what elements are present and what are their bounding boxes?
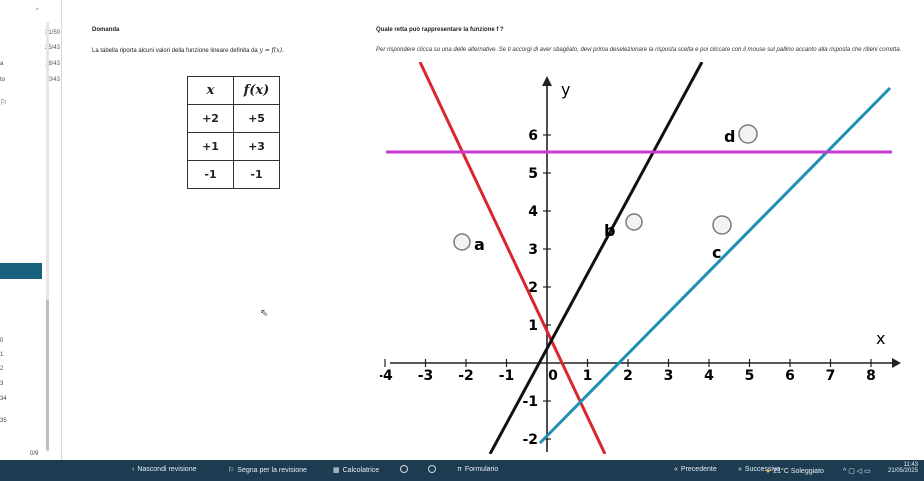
sidebar-progress-4[interactable]: 0/43 <box>14 77 60 83</box>
table-cell: -1 <box>233 160 280 189</box>
table-cell: -1 <box>187 160 234 189</box>
sidebar-fragment: a <box>0 61 4 67</box>
answer-title: Quale retta può rappresentare la funzion… <box>376 27 504 33</box>
x-tick-label: 3 <box>664 368 674 384</box>
radio-option-d[interactable] <box>738 124 758 144</box>
x-tick-label: 6 <box>785 368 795 384</box>
x-tick-label: 7 <box>826 368 836 384</box>
table-cell: +5 <box>233 104 280 133</box>
table-cell: +3 <box>233 132 280 161</box>
formulas-label: Formulario <box>464 466 499 473</box>
calculator-button[interactable]: ▦ Calcolatrice <box>333 466 379 474</box>
mark-review-label: Segna per la revisione <box>237 467 307 474</box>
radio-option-b[interactable] <box>625 213 643 231</box>
clock: 11:43 21/05/2025 <box>888 462 918 474</box>
calculator-label: Calcolatrice <box>342 467 380 474</box>
bottom-toolbar: ‹ Nascondi revisione ⚐ Segna per la revisi… <box>0 460 924 481</box>
y-tick-label: -2 <box>522 432 538 448</box>
sidebar-progress-2[interactable]: 25/43 <box>14 45 60 51</box>
y-axis-arrow-icon <box>542 76 552 86</box>
zoom-out-icon[interactable] <box>400 465 408 473</box>
table-header-row: x f(x) <box>187 76 280 105</box>
mouse-cursor-icon: ⇖ <box>260 308 269 319</box>
chevron-up-icon[interactable]: ^ <box>36 8 39 14</box>
hide-review-button[interactable]: ‹ Nascondi revisione <box>132 466 197 473</box>
formulas-button[interactable]: π Formulario <box>457 466 498 473</box>
sun-icon: ● <box>766 468 771 475</box>
y-tick-label: 5 <box>528 166 538 182</box>
y-axis-label: y <box>561 80 570 99</box>
x-axis-label: x <box>876 329 885 348</box>
line-a <box>418 62 607 454</box>
x-tick-label: 1 <box>583 368 593 384</box>
previous-label: Precedente <box>680 466 717 473</box>
sidebar-number: 2 <box>0 366 4 372</box>
table-row: -1 -1 <box>187 160 280 189</box>
x-tick-label: 4 <box>704 368 714 384</box>
answer-instructions: Per rispondere clicca su una delle alter… <box>376 47 902 53</box>
weather-label: 21°C Soleggiato <box>773 468 824 475</box>
table-row: +2 +5 <box>187 104 280 133</box>
sidebar-progress-3[interactable]: 18/43 <box>14 61 60 67</box>
y-tick-label: 3 <box>528 242 538 258</box>
option-label-a: a <box>474 235 485 254</box>
question-formula: y = f(x). <box>259 47 284 54</box>
flag-icon[interactable]: ⚐ <box>0 98 7 107</box>
chevron-left-icon: ‹ <box>132 466 135 473</box>
zoom-in-icon[interactable] <box>428 465 436 473</box>
table-header-x: x <box>187 76 234 105</box>
y-tick-label: 1 <box>528 318 538 334</box>
option-label-c: c <box>712 243 721 262</box>
option-label-b: b <box>604 221 615 240</box>
x-tick-label: 8 <box>866 368 876 384</box>
table-cell: +2 <box>187 104 234 133</box>
pi-icon: π <box>457 466 462 473</box>
x-tick-label: 5 <box>745 368 755 384</box>
calculator-icon: ▦ <box>333 467 340 474</box>
system-tray-icons[interactable]: ^ ▢ ◁ ▭ <box>843 467 871 475</box>
sidebar-progress-1[interactable]: 31/50 <box>14 30 60 36</box>
double-chevron-left-icon: « <box>674 466 678 473</box>
y-tick-label: -1 <box>522 394 538 410</box>
question-title: Domanda <box>92 27 120 33</box>
table-cell: +1 <box>187 132 234 161</box>
sidebar-number: 1 <box>0 352 4 358</box>
sidebar-count: 0/9 <box>30 451 39 457</box>
x-tick-label: -3 <box>418 368 434 384</box>
option-label-d: d <box>724 127 735 146</box>
double-chevron-right-icon: » <box>738 466 742 473</box>
question-text-body: La tabella riporta alcuni valori della f… <box>92 48 260 54</box>
x-tick-label: 2 <box>623 368 633 384</box>
x-tick-label: 0 <box>548 368 558 384</box>
graph-answer-choices: y x -4-3-2-1012345678-2-1123456 a b c d <box>380 62 901 454</box>
clock-date: 21/05/2025 <box>888 468 919 474</box>
value-table: x f(x) +2 +5 +1 +3 -1 -1 <box>187 76 280 189</box>
sidebar-number: 35 <box>0 418 7 424</box>
y-tick-label: 6 <box>528 128 538 144</box>
mark-review-button[interactable]: ⚐ Segna per la revisione <box>228 466 307 474</box>
previous-button[interactable]: «Precedente <box>674 466 717 473</box>
sidebar-number: 3 <box>0 381 4 387</box>
question-sidebar: ^ 31/50 25/43 18/43 0/43 to a ⚐ 0 1 2 3 … <box>0 0 62 460</box>
sidebar-number: 0 <box>0 338 4 344</box>
radio-option-a[interactable] <box>453 233 471 251</box>
hide-review-label: Nascondi revisione <box>137 466 197 473</box>
sidebar-item-active[interactable] <box>0 263 42 279</box>
x-tick-label: -2 <box>458 368 474 384</box>
table-row: +1 +3 <box>187 132 280 161</box>
radio-option-c[interactable] <box>712 215 732 235</box>
table-header-fx: f(x) <box>233 76 280 105</box>
x-axis-arrow-icon <box>892 358 901 368</box>
line-b <box>488 62 704 454</box>
sidebar-scrollbar-thumb[interactable] <box>46 300 49 450</box>
x-tick-label: -1 <box>499 368 515 384</box>
x-tick-label: -4 <box>380 368 393 384</box>
sidebar-number: 34 <box>0 396 7 402</box>
question-text: La tabella riporta alcuni valori della f… <box>92 47 284 54</box>
y-tick-label: 4 <box>528 204 538 220</box>
flag-icon: ⚐ <box>228 467 235 474</box>
sidebar-fragment: to <box>0 77 6 83</box>
weather-widget[interactable]: ● 21°C Soleggiato <box>766 468 824 475</box>
